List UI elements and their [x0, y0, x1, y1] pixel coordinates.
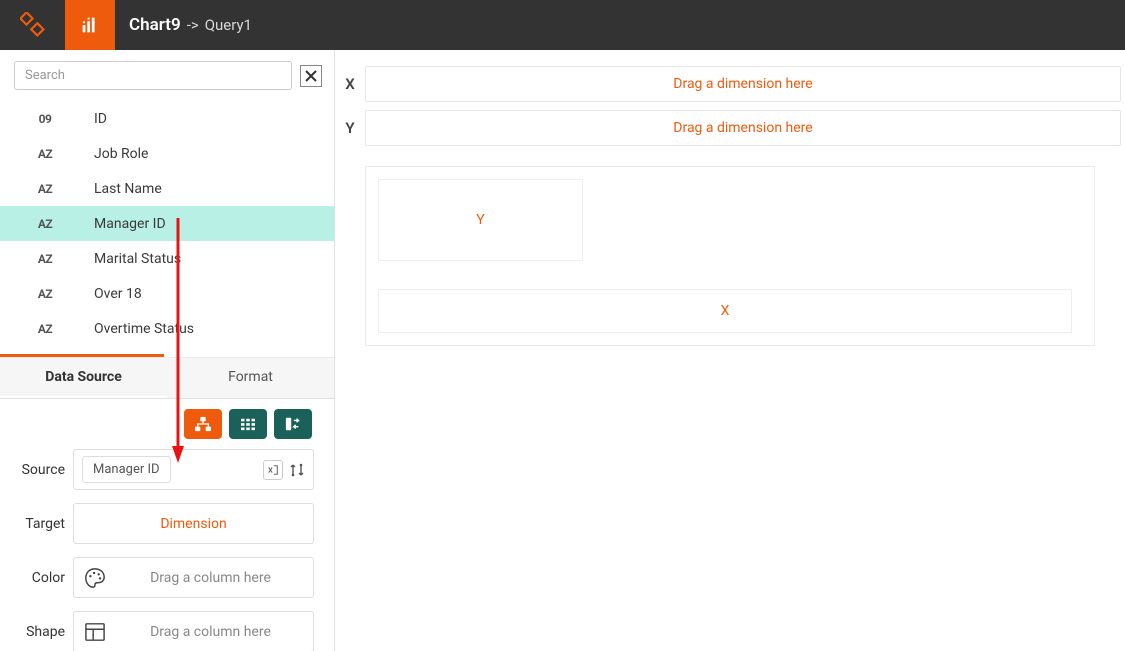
source-value: Manager ID [93, 462, 160, 477]
source-field[interactable]: Manager ID [73, 449, 314, 490]
sidebar: 09 ID AZ Job Role AZ Last Name AZ Manage… [0, 50, 335, 651]
color-label: Color [0, 570, 73, 586]
chart-name: Chart9 [129, 15, 181, 35]
panel-button[interactable] [274, 409, 312, 439]
field-type-badge: AZ [32, 252, 58, 266]
source-label: Source [0, 462, 73, 478]
color-placeholder: Drag a column here [116, 570, 305, 586]
preview-y-zone[interactable]: Y [378, 179, 583, 261]
binding-form: Source Manager ID Tar [0, 449, 334, 651]
chart-preview: Y X [365, 166, 1095, 346]
field-name: Job Role [60, 146, 148, 162]
y-axis-placeholder: Drag a dimension here [673, 120, 812, 136]
fx-icon[interactable] [263, 460, 283, 480]
y-axis-label: Y [335, 119, 365, 137]
field-list[interactable]: 09 ID AZ Job Role AZ Last Name AZ Manage… [0, 101, 334, 354]
field-name: Over 18 [60, 286, 142, 302]
field-item-job-role[interactable]: AZ Job Role [0, 136, 334, 171]
tab-format[interactable]: Format [167, 358, 334, 398]
field-item-manager-id[interactable]: AZ Manager ID [0, 206, 334, 241]
field-name: ID [60, 111, 107, 127]
hierarchy-button[interactable] [184, 409, 222, 439]
target-placeholder: Dimension [160, 516, 226, 532]
field-type-badge: AZ [32, 147, 58, 161]
field-item-over-18[interactable]: AZ Over 18 [0, 276, 334, 311]
x-axis-dropzone[interactable]: Drag a dimension here [365, 66, 1121, 102]
table-button[interactable] [229, 409, 267, 439]
query-name: Query1 [205, 16, 252, 34]
chart-mode-icon[interactable] [65, 0, 115, 50]
topbar: Chart9 -> Query1 [0, 0, 1125, 50]
preview-x-zone[interactable]: X [378, 289, 1072, 333]
tab-data-source[interactable]: Data Source [0, 358, 167, 398]
target-dropzone[interactable]: Dimension [73, 503, 314, 544]
y-axis-dropzone[interactable]: Drag a dimension here [365, 110, 1121, 146]
data-source-toolbar [0, 399, 334, 449]
layout-icon [82, 619, 108, 645]
field-item-overtime-status[interactable]: AZ Overtime Status [0, 311, 334, 346]
preview-x-label: X [721, 303, 730, 319]
palette-icon [82, 565, 108, 591]
field-item-id[interactable]: 09 ID [0, 101, 334, 136]
sidebar-tabs: Data Source Format [0, 357, 334, 399]
field-name: Last Name [60, 181, 162, 197]
preview-y-label: Y [476, 212, 484, 228]
field-type-badge: AZ [32, 217, 58, 231]
x-axis-placeholder: Drag a dimension here [673, 76, 812, 92]
target-label: Target [0, 516, 73, 532]
field-name: Marital Status [60, 251, 181, 267]
clear-search-button[interactable] [300, 65, 322, 87]
breadcrumb: Chart9 -> Query1 [115, 15, 252, 35]
field-name: Overtime Status [60, 321, 194, 337]
app-logo-icon[interactable] [0, 0, 65, 50]
source-chip[interactable]: Manager ID [82, 456, 171, 483]
search-input[interactable] [14, 61, 292, 90]
breadcrumb-arrow: -> [187, 16, 199, 34]
field-type-badge: AZ [32, 287, 58, 301]
shape-placeholder: Drag a column here [116, 624, 305, 640]
field-type-badge: AZ [32, 182, 58, 196]
field-item-marital-status[interactable]: AZ Marital Status [0, 241, 334, 276]
field-type-badge: AZ [32, 322, 58, 336]
sort-icon[interactable] [289, 462, 305, 478]
field-name: Manager ID [60, 216, 166, 232]
shape-dropzone[interactable]: Drag a column here [73, 611, 314, 651]
chart-canvas-area: X Drag a dimension here Y Drag a dimensi… [335, 50, 1125, 651]
field-item-last-name[interactable]: AZ Last Name [0, 171, 334, 206]
color-dropzone[interactable]: Drag a column here [73, 557, 314, 598]
field-type-badge: 09 [32, 112, 58, 126]
shape-label: Shape [0, 624, 73, 640]
x-axis-label: X [335, 75, 365, 93]
